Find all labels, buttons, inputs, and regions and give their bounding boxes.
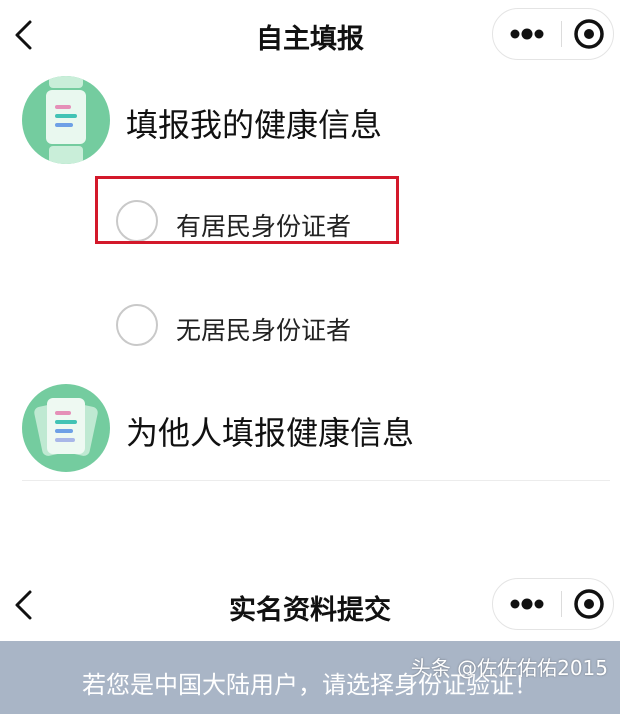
fill-my-health-info-option[interactable]: 填报我的健康信息 [22,76,612,166]
documents-stack-icon [22,384,110,472]
document-icon [22,76,110,164]
mini-program-capsule [492,8,614,60]
top-nav-bar-second: 实名资料提交 [0,570,620,638]
watermark-text: 头条 @佐佐佑佑2015 [410,656,608,680]
fill-others-health-info-option[interactable]: 为他人填报健康信息 [22,384,612,474]
mini-program-capsule [492,578,614,630]
close-target-icon[interactable] [563,9,613,59]
more-dots-icon[interactable] [493,579,561,629]
more-dots-icon[interactable] [493,9,561,59]
fill-others-health-info-label: 为他人填报健康信息 [126,414,415,452]
radio-circle[interactable] [116,304,158,346]
radio-without-resident-id-label: 无居民身份证者 [176,316,352,345]
close-target-icon[interactable] [563,579,613,629]
capsule-divider [561,21,562,47]
capsule-divider [561,591,562,617]
divider-line [22,480,610,481]
red-highlight-box [95,176,399,244]
fill-my-health-info-label: 填报我的健康信息 [126,106,383,144]
top-nav-bar: 自主填报 [0,0,620,68]
radio-without-resident-id[interactable]: 无居民身份证者 [116,304,416,348]
